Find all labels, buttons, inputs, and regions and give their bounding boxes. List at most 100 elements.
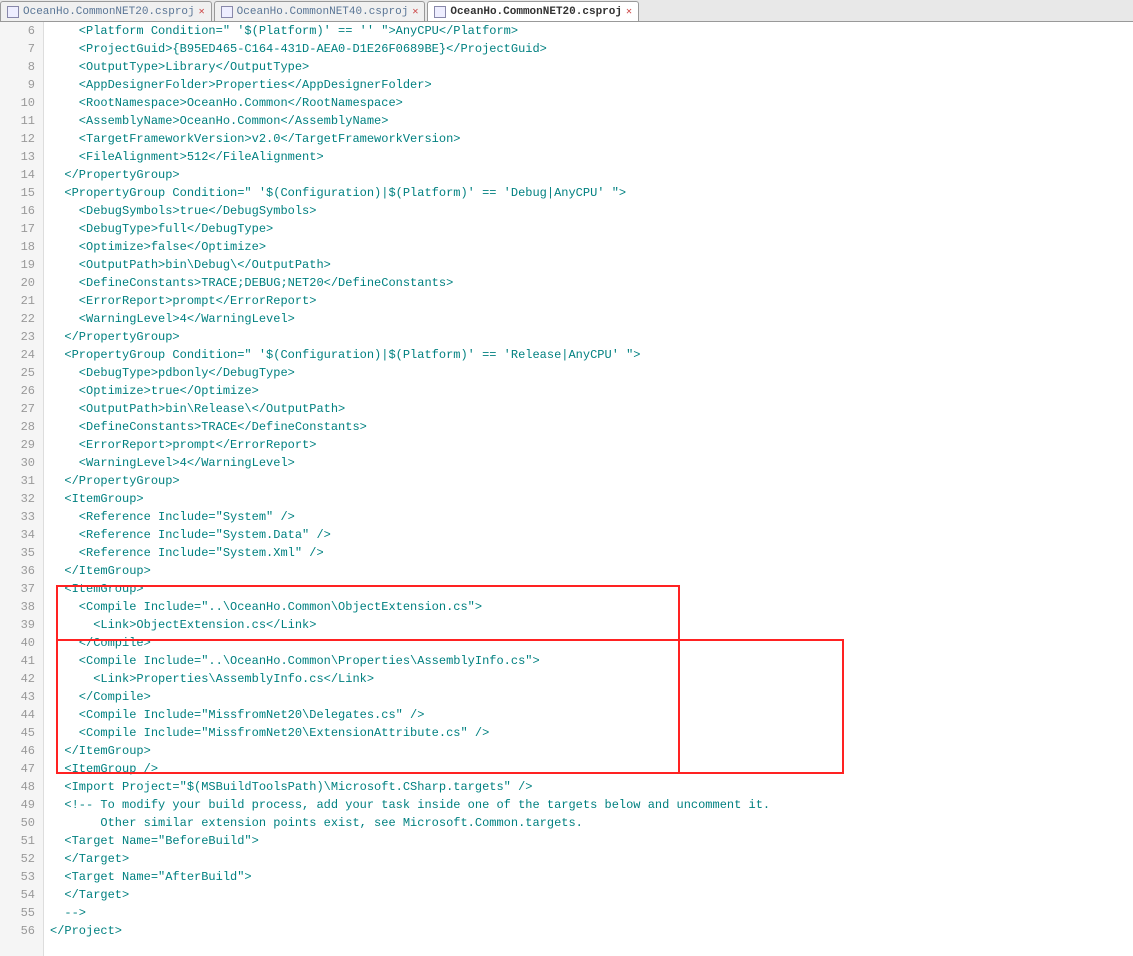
code-line[interactable]: <DefineConstants>TRACE</DefineConstants> bbox=[50, 418, 1133, 436]
line-number: 21 bbox=[0, 292, 35, 310]
code-line[interactable]: <Reference Include="System" /> bbox=[50, 508, 1133, 526]
code-line[interactable]: </Compile> bbox=[50, 688, 1133, 706]
line-number: 16 bbox=[0, 202, 35, 220]
code-line[interactable]: </PropertyGroup> bbox=[50, 328, 1133, 346]
code-line[interactable]: <FileAlignment>512</FileAlignment> bbox=[50, 148, 1133, 166]
code-line[interactable]: <ErrorReport>prompt</ErrorReport> bbox=[50, 436, 1133, 454]
line-number: 31 bbox=[0, 472, 35, 490]
file-icon bbox=[221, 6, 233, 18]
code-line[interactable]: <Optimize>false</Optimize> bbox=[50, 238, 1133, 256]
line-number: 15 bbox=[0, 184, 35, 202]
line-number: 32 bbox=[0, 490, 35, 508]
code-line[interactable]: <ProjectGuid>{B95ED465-C164-431D-AEA0-D1… bbox=[50, 40, 1133, 58]
code-line[interactable]: </Compile> bbox=[50, 634, 1133, 652]
line-number: 25 bbox=[0, 364, 35, 382]
code-line[interactable]: </ItemGroup> bbox=[50, 562, 1133, 580]
code-line[interactable]: <Optimize>true</Optimize> bbox=[50, 382, 1133, 400]
code-line[interactable]: <RootNamespace>OceanHo.Common</RootNames… bbox=[50, 94, 1133, 112]
code-line[interactable]: <AppDesignerFolder>Properties</AppDesign… bbox=[50, 76, 1133, 94]
code-line[interactable]: <DebugType>full</DebugType> bbox=[50, 220, 1133, 238]
code-line[interactable]: <DefineConstants>TRACE;DEBUG;NET20</Defi… bbox=[50, 274, 1133, 292]
line-number: 44 bbox=[0, 706, 35, 724]
code-line[interactable]: <Target Name="BeforeBuild"> bbox=[50, 832, 1133, 850]
code-line[interactable]: <DebugType>pdbonly</DebugType> bbox=[50, 364, 1133, 382]
code-line[interactable]: <PropertyGroup Condition=" '$(Configurat… bbox=[50, 184, 1133, 202]
code-line[interactable]: Other similar extension points exist, se… bbox=[50, 814, 1133, 832]
code-line[interactable]: <!-- To modify your build process, add y… bbox=[50, 796, 1133, 814]
line-number: 18 bbox=[0, 238, 35, 256]
line-number: 46 bbox=[0, 742, 35, 760]
code-line[interactable]: <DebugSymbols>true</DebugSymbols> bbox=[50, 202, 1133, 220]
line-number: 27 bbox=[0, 400, 35, 418]
line-number: 19 bbox=[0, 256, 35, 274]
code-area[interactable]: <Platform Condition=" '$(Platform)' == '… bbox=[44, 22, 1133, 956]
line-number: 23 bbox=[0, 328, 35, 346]
line-number: 14 bbox=[0, 166, 35, 184]
code-line[interactable]: <WarningLevel>4</WarningLevel> bbox=[50, 454, 1133, 472]
tab-2[interactable]: OceanHo.CommonNET40.csproj ✕ bbox=[214, 1, 426, 21]
line-number-gutter: 6789101112131415161718192021222324252627… bbox=[0, 22, 44, 956]
code-line[interactable]: <OutputPath>bin\Release\</OutputPath> bbox=[50, 400, 1133, 418]
code-line[interactable]: <AssemblyName>OceanHo.Common</AssemblyNa… bbox=[50, 112, 1133, 130]
line-number: 48 bbox=[0, 778, 35, 796]
line-number: 13 bbox=[0, 148, 35, 166]
code-line[interactable]: <Platform Condition=" '$(Platform)' == '… bbox=[50, 22, 1133, 40]
code-line[interactable]: </Target> bbox=[50, 886, 1133, 904]
code-line[interactable]: <Link>Properties\AssemblyInfo.cs</Link> bbox=[50, 670, 1133, 688]
file-icon bbox=[434, 6, 446, 18]
code-line[interactable]: --> bbox=[50, 904, 1133, 922]
code-line[interactable]: <ItemGroup> bbox=[50, 490, 1133, 508]
line-number: 41 bbox=[0, 652, 35, 670]
line-number: 7 bbox=[0, 40, 35, 58]
code-line[interactable]: <OutputPath>bin\Debug\</OutputPath> bbox=[50, 256, 1133, 274]
code-line[interactable]: <Reference Include="System.Data" /> bbox=[50, 526, 1133, 544]
line-number: 22 bbox=[0, 310, 35, 328]
line-number: 42 bbox=[0, 670, 35, 688]
line-number: 51 bbox=[0, 832, 35, 850]
code-line[interactable]: <ErrorReport>prompt</ErrorReport> bbox=[50, 292, 1133, 310]
line-number: 45 bbox=[0, 724, 35, 742]
close-icon[interactable]: ✕ bbox=[626, 6, 632, 18]
code-line[interactable]: <TargetFrameworkVersion>v2.0</TargetFram… bbox=[50, 130, 1133, 148]
line-number: 20 bbox=[0, 274, 35, 292]
code-line[interactable]: <ItemGroup /> bbox=[50, 760, 1133, 778]
line-number: 47 bbox=[0, 760, 35, 778]
line-number: 37 bbox=[0, 580, 35, 598]
code-line[interactable]: </PropertyGroup> bbox=[50, 166, 1133, 184]
code-line[interactable]: <WarningLevel>4</WarningLevel> bbox=[50, 310, 1133, 328]
tab-3-active[interactable]: OceanHo.CommonNET20.csproj ✕ bbox=[427, 1, 639, 21]
line-number: 29 bbox=[0, 436, 35, 454]
line-number: 11 bbox=[0, 112, 35, 130]
tab-label: OceanHo.CommonNET20.csproj bbox=[23, 6, 195, 18]
line-number: 40 bbox=[0, 634, 35, 652]
code-line[interactable]: </PropertyGroup> bbox=[50, 472, 1133, 490]
code-line[interactable]: <Reference Include="System.Xml" /> bbox=[50, 544, 1133, 562]
code-line[interactable]: <Compile Include="..\OceanHo.Common\Obje… bbox=[50, 598, 1133, 616]
line-number: 39 bbox=[0, 616, 35, 634]
code-line[interactable]: <Target Name="AfterBuild"> bbox=[50, 868, 1133, 886]
editor[interactable]: 6789101112131415161718192021222324252627… bbox=[0, 22, 1133, 956]
code-line[interactable]: <Link>ObjectExtension.cs</Link> bbox=[50, 616, 1133, 634]
tab-1[interactable]: OceanHo.CommonNET20.csproj ✕ bbox=[0, 1, 212, 21]
code-line[interactable]: <Compile Include="MissfromNet20\Extensio… bbox=[50, 724, 1133, 742]
code-line[interactable]: <Compile Include="MissfromNet20\Delegate… bbox=[50, 706, 1133, 724]
line-number: 6 bbox=[0, 22, 35, 40]
code-line[interactable]: </ItemGroup> bbox=[50, 742, 1133, 760]
tab-bar: OceanHo.CommonNET20.csproj ✕ OceanHo.Com… bbox=[0, 0, 1133, 22]
code-line[interactable]: </Target> bbox=[50, 850, 1133, 868]
code-line[interactable]: </Project> bbox=[50, 922, 1133, 940]
code-line[interactable]: <Import Project="$(MSBuildToolsPath)\Mic… bbox=[50, 778, 1133, 796]
line-number: 8 bbox=[0, 58, 35, 76]
line-number: 56 bbox=[0, 922, 35, 940]
tab-label: OceanHo.CommonNET40.csproj bbox=[237, 6, 409, 18]
code-line[interactable]: <ItemGroup> bbox=[50, 580, 1133, 598]
code-line[interactable]: <PropertyGroup Condition=" '$(Configurat… bbox=[50, 346, 1133, 364]
close-icon[interactable]: ✕ bbox=[199, 6, 205, 18]
code-line[interactable]: <OutputType>Library</OutputType> bbox=[50, 58, 1133, 76]
code-line[interactable]: <Compile Include="..\OceanHo.Common\Prop… bbox=[50, 652, 1133, 670]
file-icon bbox=[7, 6, 19, 18]
line-number: 53 bbox=[0, 868, 35, 886]
line-number: 12 bbox=[0, 130, 35, 148]
close-icon[interactable]: ✕ bbox=[412, 6, 418, 18]
line-number: 24 bbox=[0, 346, 35, 364]
